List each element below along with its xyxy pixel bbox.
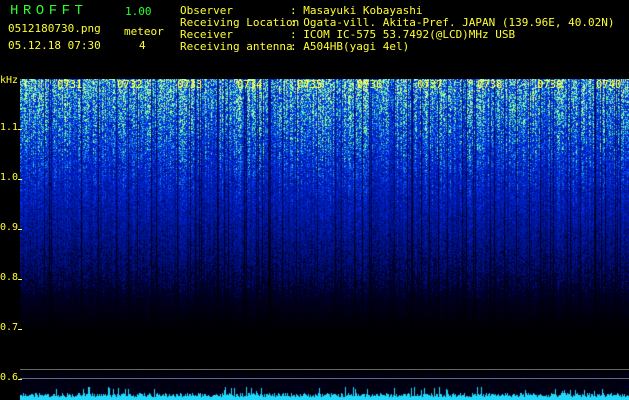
x-tick-label: 0732 — [117, 79, 143, 91]
file-name: 0512180730.png — [8, 22, 101, 35]
x-tick-label: 0740 — [596, 79, 622, 91]
y-tick-label: 0.9 — [0, 222, 19, 233]
y-tick-mark — [18, 329, 22, 330]
y-tick-label: 1.0 — [0, 172, 19, 183]
y-tick-label: 0.8 — [0, 272, 19, 283]
y-tick-mark — [18, 179, 22, 180]
freq-marker-line — [20, 378, 629, 379]
x-tick-label: 0739 — [537, 79, 563, 91]
x-tick-label: 0734 — [237, 79, 263, 91]
y-tick-mark — [18, 229, 22, 230]
x-tick-label: 0733 — [177, 79, 203, 91]
meteor-count: 4 — [139, 39, 146, 52]
x-tick-label: 0735 — [297, 79, 323, 91]
x-tick-label: 0737 — [417, 79, 443, 91]
x-tick-label: 0738 — [477, 79, 503, 91]
info-label-antenna: Receiving antenna — [180, 40, 293, 53]
y-axis-unit: kHz — [0, 75, 19, 86]
y-tick-mark — [18, 279, 22, 280]
info-value-receiver: : ICOM IC-575 53.7492(@LCD)MHz USB — [290, 28, 516, 41]
x-tick-label: 0736 — [357, 79, 383, 91]
y-tick-label: 1.1 — [0, 122, 19, 133]
info-value-observer: : Masayuki Kobayashi — [290, 4, 423, 17]
app-version: 1.00 — [125, 5, 152, 18]
info-label-location: Receiving Location — [180, 16, 300, 29]
spectrogram — [20, 79, 629, 400]
freq-marker-line — [20, 369, 629, 370]
app-title: HROFFT — [10, 3, 88, 19]
x-tick-label: 0731 — [57, 79, 83, 91]
info-label-observer: Observer — [180, 4, 233, 17]
info-label-receiver: Receiver — [180, 28, 233, 41]
y-tick-mark — [18, 129, 22, 130]
meteor-label: meteor — [124, 25, 164, 38]
info-value-antenna: : A504HB(yagi 4el) — [290, 40, 410, 53]
capture-datetime: 05.12.18 07:30 — [8, 39, 101, 52]
info-value-location: : Ogata-vill. Akita-Pref. JAPAN (139.96E… — [290, 16, 615, 29]
y-tick-label: 0.6 — [0, 372, 19, 383]
y-tick-mark — [18, 379, 22, 380]
y-tick-label: 0.7 — [0, 322, 19, 333]
